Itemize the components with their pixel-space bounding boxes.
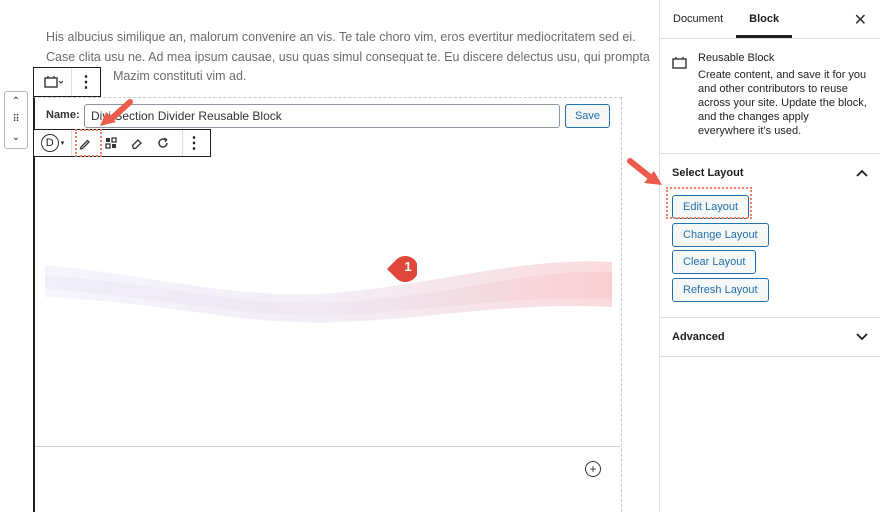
reusable-block-icon [672,52,698,153]
section-divider-wave [45,261,612,323]
move-down-icon[interactable]: ⌄ [12,130,20,146]
drag-handle-icon[interactable]: ⠿ [12,112,19,128]
pointer-arrow-icon [100,99,133,126]
select-layout-panel: Select Layout Edit Layout Change Layout … [660,154,880,318]
name-label: Name: [46,109,80,121]
paragraph-text: His albucius similique an, malorum conve… [46,28,650,87]
advanced-panel: Advanced [660,318,880,357]
layout-icon [105,137,117,149]
advanced-toggle[interactable]: Advanced [660,318,880,356]
sidebar-tabs: Document Block ✕ [660,0,880,39]
eraser-icon [131,139,142,150]
panel-title: Select Layout [672,167,744,179]
pointer-arrow-icon [627,158,662,185]
block-name-input[interactable] [84,104,560,128]
refresh-layout-button[interactable]: Refresh Layout [672,277,769,302]
tab-block[interactable]: Block [736,0,793,38]
refresh-layout-tool[interactable] [150,130,176,156]
annotation-number: 1 [404,259,412,274]
tab-document[interactable]: Document [660,0,736,38]
more-options-button[interactable]: ⋮ [183,130,205,156]
block-card-title: Reusable Block [698,52,775,64]
paragraph-line: His albucius similique an, malorum conve… [46,30,636,44]
panel-title: Advanced [672,331,725,343]
divi-logo-icon: D [40,134,59,152]
chevron-down-icon [856,333,868,341]
paragraph-line: Case clita usu ne. Ad mea ipsum causae, … [46,49,650,64]
settings-sidebar: Document Block ✕ Reusable Block Create c… [659,0,880,512]
more-options-button[interactable]: ⋮ [72,68,100,96]
block-type-button[interactable] [34,68,72,96]
close-icon[interactable]: ✕ [854,10,867,30]
move-up-icon[interactable]: ⌃ [12,94,20,110]
reusable-block-icon [43,76,63,88]
block-mover: ⌃ ⠿ ⌄ [4,91,28,149]
block-card: Reusable Block Create content, and save … [660,39,880,154]
clear-layout-button[interactable]: Clear Layout [672,250,757,274]
paragraph-line: Mazim constituti vim ad. [113,69,247,84]
save-button[interactable]: Save [565,104,610,128]
chevron-down-icon: ▾ [60,140,65,147]
add-block-button[interactable]: + [585,461,601,477]
layout-preview [35,157,620,447]
block-card-description: Create content, and save it for you and … [698,69,867,137]
block-toolbar: ⋮ [33,67,101,97]
chevron-up-icon [856,169,868,177]
refresh-icon [158,137,168,148]
divi-logo-button[interactable]: D ▾ [34,130,72,156]
change-layout-button[interactable]: Change Layout [672,222,769,247]
highlight-box [666,187,752,219]
